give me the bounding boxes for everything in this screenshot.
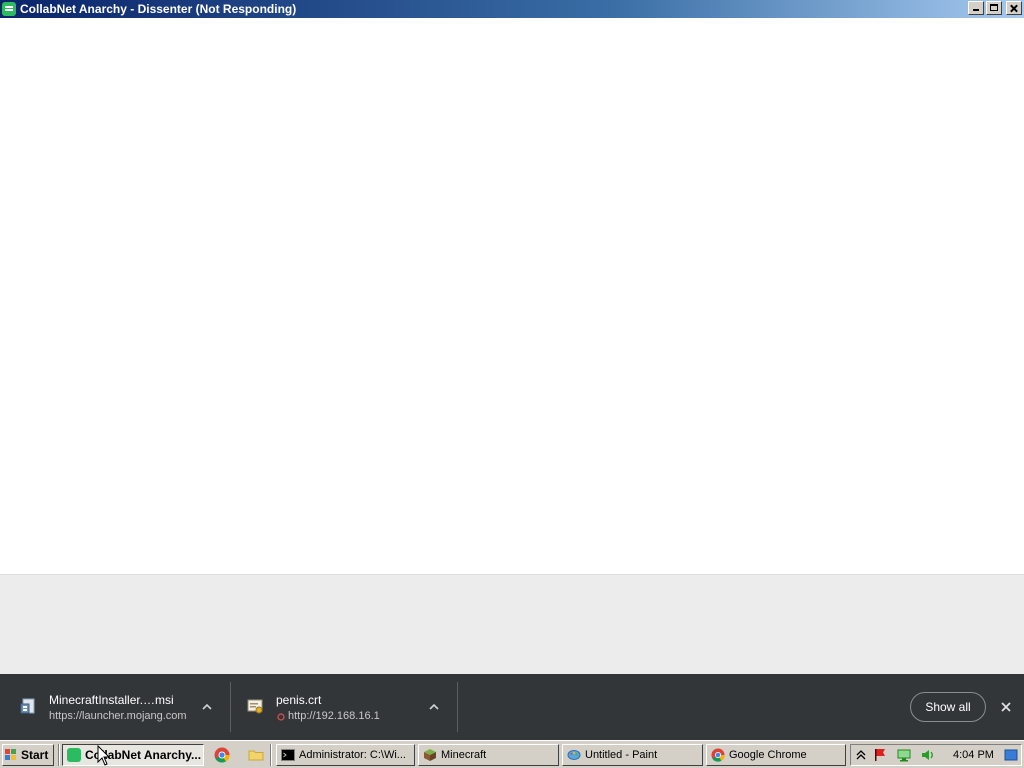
volume-icon[interactable] — [921, 748, 935, 762]
task-label: Google Chrome — [729, 749, 807, 761]
certificate-icon — [247, 699, 263, 714]
taskbar-task-collabnet[interactable]: CollabNet Anarchy... — [62, 744, 204, 766]
page-footer-area — [0, 574, 1024, 674]
download-item[interactable]: MinecraftInstaller.…msi https://launcher… — [0, 674, 230, 740]
download-shelf: MinecraftInstaller.…msi https://launcher… — [0, 674, 1024, 740]
action-center-flag-icon[interactable] — [873, 748, 887, 762]
minecraft-icon — [424, 749, 436, 761]
close-window-button[interactable] — [1006, 1, 1022, 15]
taskbar-separator — [270, 744, 272, 766]
cmd-icon — [281, 749, 295, 761]
app-icon — [2, 2, 16, 16]
chevron-up-icon[interactable] — [427, 700, 441, 714]
download-source-url: http://192.168.16.1 — [288, 710, 380, 722]
window-controls — [968, 1, 1022, 17]
download-filename: penis.crt — [276, 693, 322, 707]
window-titlebar[interactable]: CollabNet Anarchy - Dissenter (Not Respo… — [0, 0, 1024, 18]
minimize-button[interactable] — [968, 1, 984, 15]
clock[interactable]: 4:04 PM — [953, 745, 994, 765]
chevron-up-icon[interactable] — [200, 700, 214, 714]
taskbar-task-paint[interactable]: Untitled - Paint — [562, 744, 703, 766]
download-item[interactable]: penis.crt http://192.168.16.1 — [231, 674, 457, 740]
mouse-cursor-icon — [97, 745, 111, 766]
show-desktop-icon[interactable] — [1004, 748, 1018, 762]
windows-logo-icon — [5, 749, 17, 761]
download-filename: MinecraftInstaller.…msi — [49, 693, 174, 707]
taskbar: Start CollabNet Anarchy... Administrator… — [0, 740, 1024, 768]
maximize-button[interactable] — [986, 1, 1002, 15]
folder-icon[interactable] — [248, 747, 264, 763]
chrome-icon — [711, 748, 725, 762]
taskbar-task-cmd[interactable]: Administrator: C:\Wi... — [276, 744, 415, 766]
start-button[interactable]: Start — [2, 744, 54, 766]
window-title: CollabNet Anarchy - Dissenter (Not Respo… — [20, 2, 297, 16]
taskbar-task-minecraft[interactable]: Minecraft — [418, 744, 559, 766]
download-separator — [457, 682, 458, 732]
paint-icon — [567, 750, 581, 760]
start-label: Start — [21, 748, 49, 762]
green-app-icon — [67, 748, 81, 762]
system-tray: 4:04 PM — [850, 744, 1022, 766]
show-all-downloads-button[interactable]: Show all — [910, 692, 986, 722]
task-label: Administrator: C:\Wi... — [299, 749, 406, 761]
task-label: Minecraft — [441, 749, 487, 761]
download-source-url: https://launcher.mojang.com — [49, 710, 187, 722]
network-icon[interactable] — [897, 748, 911, 762]
close-icon[interactable] — [998, 699, 1014, 715]
page-content — [0, 18, 1024, 574]
installer-icon — [20, 698, 35, 714]
show-hidden-icons-icon[interactable] — [854, 748, 868, 762]
taskbar-task-chrome[interactable]: Google Chrome — [706, 744, 846, 766]
taskbar-separator — [58, 744, 60, 766]
chrome-icon[interactable] — [214, 747, 230, 763]
insecure-warning-icon — [277, 713, 285, 721]
task-label: Untitled - Paint — [585, 749, 658, 761]
